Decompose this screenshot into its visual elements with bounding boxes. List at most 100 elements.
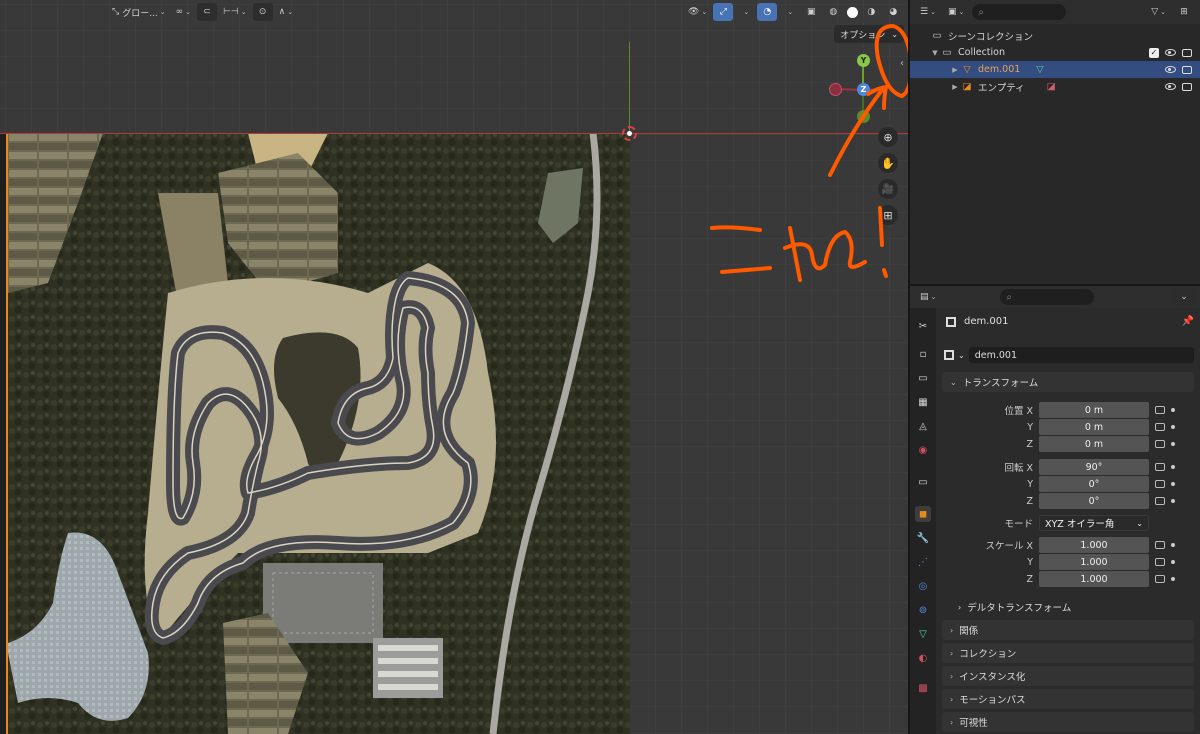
eye-icon[interactable] — [1165, 83, 1176, 90]
scene-collection-row[interactable]: ▭ シーンコレクション — [910, 27, 1200, 44]
outliner-search-input[interactable]: ⌕ — [972, 4, 1067, 20]
location-y-field[interactable]: 0 m — [1039, 419, 1149, 435]
delta-transform-subpanel[interactable]: › デルタトランスフォーム — [958, 600, 1071, 615]
overlays-toggle[interactable]: ◔ — [757, 3, 778, 21]
scale-y-field[interactable]: 1.000 — [1039, 554, 1149, 570]
pin-icon[interactable]: 📌 — [1182, 316, 1194, 327]
tab-world[interactable]: ◉ — [915, 442, 931, 458]
keyframe-dot-icon[interactable] — [1171, 543, 1175, 547]
xray-toggle[interactable]: ▣ — [801, 3, 821, 21]
3d-viewport[interactable]: ⤡ グロー... ⌄ ∞ ⌄ ⊂ ⊢⊣ ⌄ ⊙ ∧ ⌄ 👁 ⌄ ⤢ ⌄ ◔ ⌄ ▣ ◍ … — [0, 0, 908, 734]
tab-output[interactable]: ▭ — [915, 370, 931, 386]
checkbox-icon[interactable]: ✓ — [1149, 47, 1159, 58]
gizmo-toggle[interactable]: ⤢ — [713, 3, 734, 21]
panel-relations[interactable]: › 関係 — [942, 620, 1194, 640]
rotation-x-field[interactable]: 90° — [1039, 459, 1149, 475]
filter-dropdown[interactable]: ▽ ⌄ — [1147, 3, 1170, 21]
image-data-icon[interactable]: ◪ — [1047, 81, 1056, 92]
camera-icon[interactable] — [1182, 65, 1192, 74]
tab-texture[interactable]: ▩ — [915, 680, 931, 696]
expand-arrow-icon[interactable]: ▶ — [950, 66, 960, 74]
editor-type-dropdown[interactable]: ▤ ⌄ — [916, 288, 940, 306]
keyframe-dot-icon[interactable] — [1171, 465, 1175, 469]
camera-icon[interactable] — [1182, 82, 1192, 91]
keyframe-dot-icon[interactable] — [1171, 408, 1175, 412]
expand-arrow-icon[interactable]: ▶ — [950, 83, 960, 91]
lock-icon[interactable] — [1155, 440, 1165, 448]
display-mode-dropdown[interactable]: ☰ ⌄ — [916, 3, 940, 21]
proportional-edit-toggle[interactable]: ⊙ — [252, 3, 273, 21]
snap-toggle[interactable]: ⊂ — [197, 3, 218, 21]
properties-search-input[interactable]: ⌕ — [1000, 289, 1095, 305]
lock-icon[interactable] — [1155, 406, 1165, 414]
tab-data[interactable]: ▽ — [915, 626, 931, 642]
eye-icon[interactable] — [1165, 66, 1176, 73]
zoom-tool[interactable]: ⊕ — [878, 127, 898, 147]
tab-object[interactable]: ◼ — [915, 506, 931, 522]
snap-target-dropdown[interactable]: ⊢⊣ ⌄ — [219, 3, 251, 21]
lock-icon[interactable] — [1155, 423, 1165, 431]
rotation-z-field[interactable]: 0° — [1039, 493, 1149, 509]
visibility-dropdown[interactable]: 👁 ⌄ — [684, 3, 711, 21]
new-collection-button[interactable]: ⊞ — [1174, 3, 1194, 21]
transform-panel-header[interactable]: ⌄ トランスフォーム — [942, 372, 1194, 392]
keyframe-dot-icon[interactable] — [1171, 482, 1175, 486]
keyframe-dot-icon[interactable] — [1171, 425, 1175, 429]
transform-orientation-dropdown[interactable]: ⤡ グロー... ⌄ — [108, 3, 170, 21]
panel-collections[interactable]: › コレクション — [942, 643, 1194, 663]
tab-view-layer[interactable]: ▦ — [915, 394, 931, 410]
gizmo-neg-y-axis[interactable] — [857, 110, 870, 123]
scale-x-field[interactable]: 1.000 — [1039, 537, 1149, 553]
object-browse-icon[interactable] — [944, 350, 954, 360]
mesh-data-icon[interactable]: ▽ — [1036, 64, 1043, 75]
panel-visibility[interactable]: › 可視性 — [942, 712, 1194, 732]
chevron-down-icon[interactable]: ⌄ — [958, 351, 965, 360]
location-z-field[interactable]: 0 m — [1039, 436, 1149, 452]
location-x-field[interactable]: 0 m — [1039, 402, 1149, 418]
outliner-item-empty[interactable]: ▶ ◪ エンプティ ◪ — [910, 78, 1200, 95]
gizmo-z-axis[interactable]: Z — [857, 83, 870, 96]
panel-instancing[interactable]: › インスタンス化 — [942, 666, 1194, 686]
eye-icon[interactable] — [1165, 49, 1176, 56]
lock-icon[interactable] — [1155, 497, 1165, 505]
scale-z-field[interactable]: 1.000 — [1039, 571, 1149, 587]
camera-view-tool[interactable]: 🎥 — [878, 179, 898, 199]
overlays-dropdown[interactable]: ⌄ — [779, 3, 799, 21]
outliner-item-dem[interactable]: ▶ ▽ dem.001 ▽ — [910, 61, 1200, 78]
pivot-point-dropdown[interactable]: ∞ ⌄ — [172, 3, 195, 21]
options-collapse-dropdown[interactable]: ⌄ — [1174, 288, 1194, 306]
tab-constraints[interactable]: ⊚ — [915, 602, 931, 618]
shading-material[interactable]: ◑ — [861, 3, 881, 21]
collapse-arrow-icon[interactable]: ▼ — [930, 49, 940, 57]
lock-icon[interactable] — [1155, 541, 1165, 549]
tab-collection[interactable]: ▭ — [915, 474, 931, 490]
pan-tool[interactable]: ✋ — [878, 153, 898, 173]
ortho-toggle-tool[interactable]: ⊞ — [878, 205, 898, 225]
tab-physics[interactable]: ◎ — [915, 578, 931, 594]
tab-scene[interactable]: ◬ — [915, 418, 931, 434]
rotation-y-field[interactable]: 0° — [1039, 476, 1149, 492]
lock-icon[interactable] — [1155, 558, 1165, 566]
tab-tool[interactable]: ✂ — [915, 318, 931, 334]
options-dropdown[interactable]: オプション ⌄ — [834, 25, 904, 43]
filter-type-dropdown[interactable]: ▣ ⌄ — [944, 3, 968, 21]
lock-icon[interactable] — [1155, 463, 1165, 471]
tab-material[interactable]: ◐ — [915, 650, 931, 666]
object-name-input[interactable]: dem.001 — [968, 347, 1194, 363]
gizmo-neg-x-axis[interactable] — [829, 83, 842, 96]
lock-icon[interactable] — [1155, 575, 1165, 583]
tab-modifiers[interactable]: 🔧 — [915, 530, 931, 546]
lock-icon[interactable] — [1155, 480, 1165, 488]
keyframe-dot-icon[interactable] — [1171, 577, 1175, 581]
shading-wireframe[interactable]: ◍ — [823, 3, 843, 21]
shading-rendered[interactable]: ◕ — [883, 3, 903, 21]
gizmo-dropdown[interactable]: ⌄ — [735, 3, 755, 21]
keyframe-dot-icon[interactable] — [1171, 442, 1175, 446]
navigation-gizmo[interactable]: Y Z — [825, 50, 905, 130]
falloff-dropdown[interactable]: ∧ ⌄ — [275, 3, 297, 21]
keyframe-dot-icon[interactable] — [1171, 499, 1175, 503]
outliner-item-collection[interactable]: ▼ ▭ Collection ✓ — [910, 44, 1200, 61]
tab-render[interactable]: ▫ — [915, 346, 931, 362]
rotation-mode-dropdown[interactable]: XYZ オイラー角 ⌄ — [1039, 515, 1149, 531]
camera-icon[interactable] — [1182, 48, 1192, 57]
